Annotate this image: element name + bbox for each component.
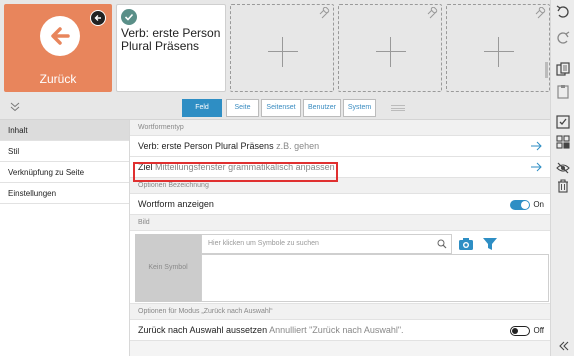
verb-tile[interactable]: Verb: erste Person Plural Präsens: [116, 4, 226, 92]
zurueck-aussetzen-toggle-label: Off: [533, 326, 544, 335]
nav-item-verknuepfung[interactable]: Verknüpfung zu Seite: [0, 162, 129, 183]
copy-icon[interactable]: [555, 62, 571, 78]
wortform-label: Wortform anzeigen: [138, 199, 214, 209]
link-back-badge-icon: [90, 10, 106, 26]
tile-strip: Zurück Verb: erste Person Plural Präsens: [0, 0, 550, 96]
symbol-search-input[interactable]: Hier klicken um Symbole zu suchen: [201, 234, 452, 254]
nav-item-inhalt[interactable]: Inhalt: [0, 120, 129, 141]
tab-seitenset[interactable]: Seitenset: [261, 99, 301, 117]
image-section: Kein Symbol Hier klicken um Symbole zu s…: [130, 231, 550, 304]
expand-icon[interactable]: [555, 338, 571, 354]
nav-item-stil[interactable]: Stil: [0, 141, 129, 162]
right-toolbar: [550, 0, 574, 356]
delete-icon[interactable]: [555, 178, 571, 194]
arrow-right-icon: [531, 141, 542, 151]
scroll-indicator[interactable]: [545, 62, 548, 78]
no-symbol-placeholder[interactable]: Kein Symbol: [135, 234, 201, 302]
grid-icon[interactable]: [555, 134, 571, 150]
plus-icon: [376, 37, 406, 67]
empty-tile[interactable]: [338, 4, 442, 92]
section-header-wortformentyp: Wortformentyp: [130, 120, 550, 136]
nav-item-einstellungen[interactable]: Einstellungen: [0, 183, 129, 204]
highlight-frame: [133, 162, 338, 182]
section-header-bild: Bild: [130, 215, 550, 231]
plus-icon: [484, 37, 514, 67]
tab-seite[interactable]: Seite: [226, 99, 259, 117]
tab-benutzer[interactable]: Benutzer: [303, 99, 341, 117]
undo-icon[interactable]: [555, 4, 571, 20]
empty-tile[interactable]: [230, 4, 334, 92]
zurueck-aussetzen-toggle[interactable]: [510, 326, 530, 336]
wortform-row: Wortform anzeigen On: [130, 194, 550, 215]
zurueck-aussetzen-note: Annulliert "Zurück nach Auswahl".: [269, 325, 404, 335]
zurueck-aussetzen-row: Zurück nach Auswahl aussetzen Annulliert…: [130, 320, 550, 341]
link-icon: [535, 7, 546, 19]
section-header-zurueck-modus: Optionen für Modus „Zurück nach Auswahl“: [130, 304, 550, 320]
collapse-chevron-icon[interactable]: [10, 102, 20, 112]
zurueck-aussetzen-label: Zurück nach Auswahl aussetzen: [138, 325, 268, 335]
empty-tile[interactable]: [446, 4, 550, 92]
back-tile-label: Zurück: [39, 72, 77, 86]
plus-icon: [268, 37, 298, 67]
camera-icon[interactable]: [458, 236, 474, 252]
symbol-results-area: [201, 254, 549, 302]
select-icon[interactable]: [555, 114, 571, 130]
main-panel: Wortformentyp Verb: erste Person Plural …: [130, 120, 550, 356]
link-icon: [427, 7, 438, 19]
link-icon: [319, 7, 330, 19]
tabs-row: Feld Seite Seitenset Benutzer System: [0, 96, 550, 120]
filter-icon[interactable]: [482, 236, 498, 252]
paste-icon[interactable]: [555, 84, 571, 100]
redo-icon[interactable]: [555, 30, 571, 46]
arrow-right-icon: [531, 162, 542, 172]
tab-feld[interactable]: Feld: [182, 99, 222, 117]
verb-tile-label: Verb: erste Person Plural Präsens: [121, 26, 221, 53]
hide-icon[interactable]: [555, 160, 571, 176]
search-placeholder: Hier klicken um Symbole zu suchen: [208, 240, 319, 247]
tab-system[interactable]: System: [343, 99, 376, 117]
left-nav: Inhalt Stil Verknüpfung zu Seite Einstel…: [0, 120, 130, 356]
wortform-toggle[interactable]: [510, 200, 530, 210]
verb-form-label: Verb: erste Person Plural Präsens: [138, 141, 274, 151]
verb-form-example: z.B. gehen: [276, 141, 320, 151]
checkmark-icon: [121, 9, 137, 25]
wortform-toggle-label: On: [533, 200, 544, 209]
verb-form-row[interactable]: Verb: erste Person Plural Präsens z.B. g…: [130, 136, 550, 157]
back-arrow-icon: [40, 16, 80, 56]
search-icon[interactable]: [437, 239, 447, 249]
back-tile[interactable]: Zurück: [4, 4, 112, 92]
drag-handle-icon[interactable]: [391, 105, 405, 111]
